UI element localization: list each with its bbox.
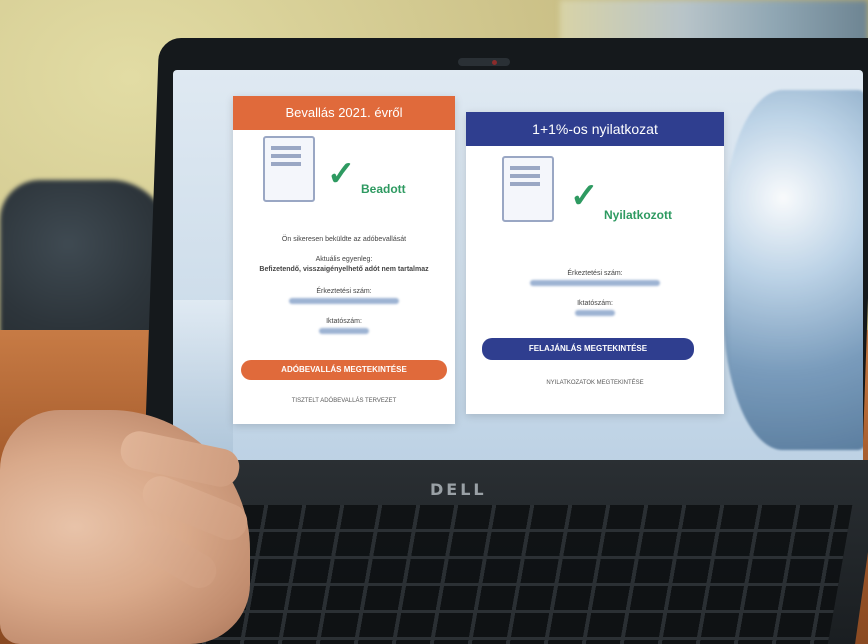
tax-return-card-header: Bevallás 2021. évről (233, 96, 455, 130)
tax-return-draft-link[interactable]: TISZTELT ADÓBEVALLÁS TERVEZET (233, 398, 455, 404)
view-offer-button[interactable]: FELAJÁNLÁS MEGTEKINTÉSE (482, 338, 694, 360)
balance-label: Aktuális egyenleg: (315, 256, 373, 263)
success-message: Ön sikeresen beküldte az adóbevallását (281, 236, 407, 243)
keyboard-rows (167, 505, 853, 644)
reg-number-value (233, 298, 455, 306)
reg-number-label: Érkeztetési szám: (567, 270, 623, 277)
filing-number-value (466, 310, 724, 318)
filing-number-value (233, 328, 455, 336)
photo-scene: Bevallás 2021. évről ✓ Beadott Ön sikere… (0, 0, 868, 644)
reg-number-label: Érkeztetési szám: (316, 288, 372, 295)
reg-number-value (466, 280, 724, 288)
tax-return-card: Bevallás 2021. évről ✓ Beadott Ön sikere… (233, 96, 455, 424)
declaration-card-header: 1+1%-os nyilatkozat (466, 112, 724, 146)
webcam-light (492, 60, 497, 65)
checkmark-icon: ✓ (570, 177, 599, 215)
background-chair (0, 180, 170, 340)
filing-number-label: Iktatószám: (326, 318, 362, 325)
percent-document-icon (502, 156, 554, 222)
view-declarations-link[interactable]: NYILATKOZATOK MEGTEKINTÉSE (466, 380, 724, 386)
view-tax-return-button[interactable]: ADÓBEVALLÁS MEGTEKINTÉSE (241, 360, 447, 380)
declaration-card: 1+1%-os nyilatkozat ✓ Nyilatkozott Érkez… (466, 112, 724, 414)
background-flowers (723, 90, 863, 450)
checkmark-icon: ✓ (327, 155, 356, 193)
filing-number-label: Iktatószám: (577, 300, 613, 307)
webcam (458, 58, 510, 66)
dell-logo: DELL (430, 480, 487, 499)
balance-text: Befizetendő, visszaigényelhető adót nem … (259, 266, 429, 273)
laptop-screen: Bevallás 2021. évről ✓ Beadott Ön sikere… (173, 70, 863, 472)
tax-return-status: Beadott (361, 182, 406, 196)
declaration-status: Nyilatkozott (604, 208, 673, 222)
tax-document-icon (263, 136, 315, 202)
